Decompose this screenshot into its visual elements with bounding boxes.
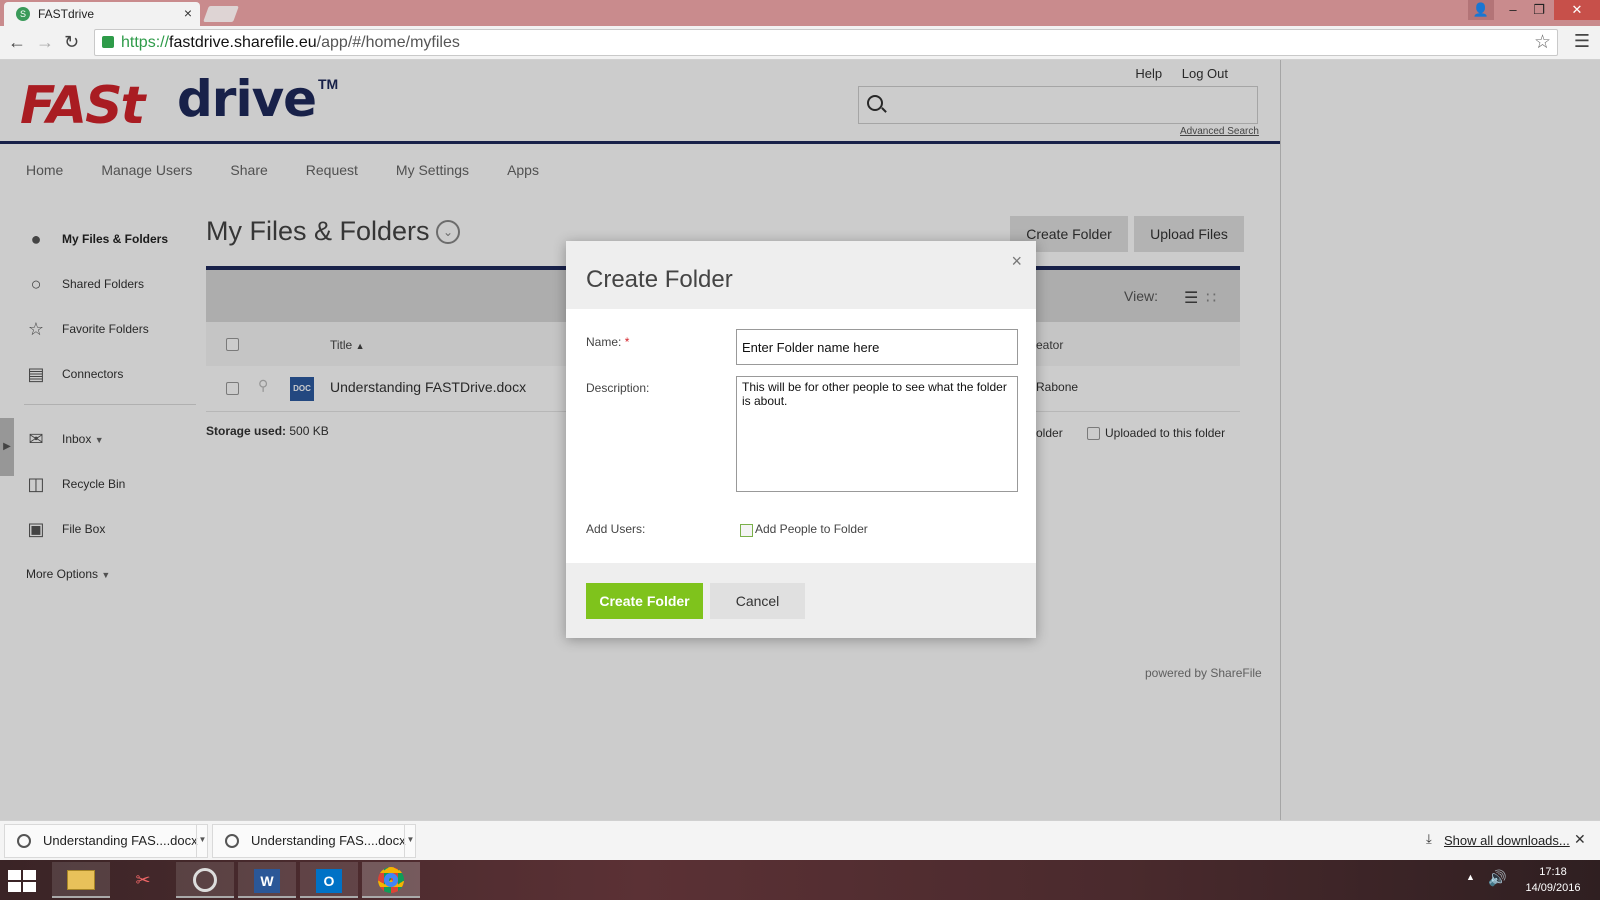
close-downloads-icon[interactable]: ✕ xyxy=(1574,831,1586,848)
close-window-button[interactable]: ✕ xyxy=(1554,0,1600,20)
create-folder-submit-button[interactable]: Create Folder xyxy=(586,583,703,619)
folder-name-input[interactable] xyxy=(736,329,1018,365)
back-icon[interactable]: ← xyxy=(8,32,26,53)
add-people-label[interactable]: Add People to Folder xyxy=(755,522,868,536)
browser-toolbar: ← → ↻ https://fastdrive.sharefile.eu/app… xyxy=(0,26,1600,60)
address-bar[interactable]: https://fastdrive.sharefile.eu/app/#/hom… xyxy=(94,29,1558,56)
profile-icon[interactable]: 👤 xyxy=(1468,0,1494,20)
create-folder-dialog: Create Folder × Name: * Description: Thi… xyxy=(566,241,1036,638)
windows-taskbar: ✂ W O ▲ 🔊 17:18 14/09/2016 xyxy=(0,860,1600,900)
tab-close-icon[interactable]: × xyxy=(184,5,192,21)
chrome-icon[interactable] xyxy=(362,862,420,898)
show-all-downloads-link[interactable]: Show all downloads... xyxy=(1444,833,1570,848)
tab-title: FASTdrive xyxy=(38,7,95,21)
sharefile-sync-icon xyxy=(17,834,31,848)
chevron-down-icon[interactable]: ▼ xyxy=(404,824,416,858)
browser-tab[interactable]: S FASTdrive × xyxy=(4,2,200,26)
restore-button[interactable]: ❐ xyxy=(1526,0,1552,20)
reload-icon[interactable]: ↻ xyxy=(64,32,79,53)
description-label: Description: xyxy=(586,381,650,395)
outlook-icon[interactable]: O xyxy=(300,862,358,898)
browser-titlebar: S FASTdrive × 👤 – ❐ ✕ xyxy=(0,0,1600,26)
minimize-button[interactable]: – xyxy=(1500,0,1526,20)
sharefile-sync-icon xyxy=(225,834,239,848)
chrome-menu-icon[interactable]: ☰ xyxy=(1574,31,1590,52)
download-item[interactable]: Understanding FAS....docx ▼ xyxy=(4,824,208,858)
add-people-checkbox[interactable] xyxy=(740,524,753,537)
bookmark-star-icon[interactable]: ☆ xyxy=(1534,30,1551,55)
volume-icon[interactable]: 🔊 xyxy=(1488,869,1507,887)
chevron-down-icon[interactable]: ▼ xyxy=(196,824,208,858)
close-icon[interactable]: × xyxy=(1011,251,1022,272)
cancel-button[interactable]: Cancel xyxy=(710,583,805,619)
dialog-title: Create Folder xyxy=(586,266,733,293)
system-clock[interactable]: 17:18 14/09/2016 xyxy=(1518,864,1588,896)
url-text: https://fastdrive.sharefile.eu/app/#/hom… xyxy=(121,34,460,51)
tray-chevron-up-icon[interactable]: ▲ xyxy=(1466,872,1475,882)
forward-icon[interactable]: → xyxy=(36,32,54,53)
windows-start-icon[interactable] xyxy=(8,870,38,892)
file-explorer-icon[interactable] xyxy=(52,862,110,898)
lock-icon xyxy=(102,36,114,48)
sharefile-sync-icon[interactable] xyxy=(176,862,234,898)
sharefile-favicon-icon: S xyxy=(16,7,30,21)
name-label: Name: * xyxy=(586,335,630,349)
word-icon[interactable]: W xyxy=(238,862,296,898)
new-tab-button[interactable] xyxy=(203,6,239,22)
folder-description-textarea[interactable]: This will be for other people to see wha… xyxy=(736,376,1018,492)
add-users-label: Add Users: xyxy=(586,522,646,536)
snipping-tool-icon[interactable]: ✂ xyxy=(114,862,172,898)
download-item[interactable]: Understanding FAS....docx ▼ xyxy=(212,824,416,858)
download-arrow-icon: ⤓ xyxy=(1426,831,1432,846)
downloads-bar: Understanding FAS....docx ▼ Understandin… xyxy=(0,820,1600,860)
dialog-header: Create Folder × xyxy=(566,241,1036,309)
dialog-footer: Create Folder Cancel xyxy=(566,563,1036,638)
